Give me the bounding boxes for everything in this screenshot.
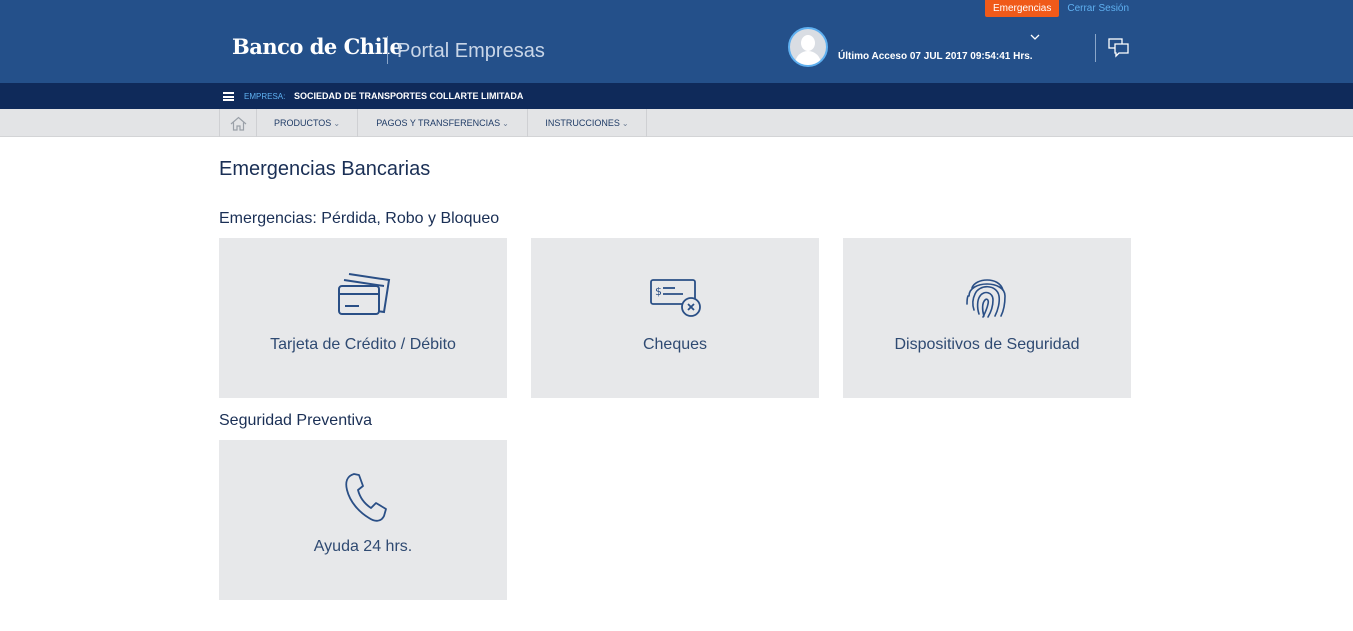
chevron-down-icon: ⌄ [333,119,341,128]
card-label: Ayuda 24 hrs. [313,538,413,555]
card-ayuda[interactable]: Ayuda 24 hrs. [219,440,507,600]
chat-icon[interactable] [1108,38,1130,58]
nav-item-instrucciones[interactable]: INSTRUCCIONES ⌄ [528,109,647,137]
home-icon[interactable] [219,109,257,137]
card-label: Cheques [642,336,708,353]
empresa-label: EMPRESA: [244,92,286,101]
card-tarjeta[interactable]: Tarjeta de Crédito / Débito [219,238,507,398]
menu-icon[interactable] [223,92,234,101]
cheque-icon: $ [650,279,701,317]
logout-link[interactable]: Cerrar Sesión [1067,3,1129,14]
card-label: Tarjeta de Crédito / Débito [270,336,456,353]
phone-icon [345,473,387,522]
bank-logo[interactable]: Banco de Chile [232,34,403,59]
top-links: Emergencias Cerrar Sesión [985,0,1129,17]
empresa-bar [0,83,1353,109]
empresa-name: SOCIEDAD DE TRANSPORTES COLLARTE LIMITAD… [294,91,524,101]
chevron-down-icon: ⌄ [502,119,509,128]
card-cheques[interactable]: $ Cheques [531,238,819,398]
nav-item-productos[interactable]: PRODUCTOS ⌄ [257,109,358,137]
emergencias-button[interactable]: Emergencias [985,0,1060,17]
logo-divider [387,36,388,64]
header [0,0,1353,83]
credit-card-icon [338,273,391,315]
chevron-down-icon[interactable] [1030,32,1040,42]
header-divider [1095,34,1096,62]
nav-bar: PRODUCTOS ⌄ PAGOS Y TRANSFERENCIAS ⌄ INSTR… [0,109,1353,137]
nav-items: PRODUCTOS ⌄ PAGOS Y TRANSFERENCIAS ⌄ INSTR… [219,109,647,137]
portal-title: Portal Empresas [397,40,545,62]
chevron-down-icon: ⌄ [621,119,629,128]
nav-item-pagos[interactable]: PAGOS Y TRANSFERENCIAS ⌄ [358,109,528,137]
avatar[interactable] [788,27,828,67]
fingerprint-icon [966,279,1006,318]
section-title-seguridad: Seguridad Preventiva [219,412,372,429]
card-dispositivos[interactable]: Dispositivos de Seguridad [843,238,1131,398]
section-title-emergencias: Emergencias: Pérdida, Robo y Bloqueo [219,210,500,227]
last-access: Último Acceso 07 JUL 2017 09:54:41 Hrs. [838,51,1033,62]
svg-text:$: $ [655,285,662,298]
card-label: Dispositivos de Seguridad [894,336,1080,353]
page-title: Emergencias Bancarias [219,158,431,180]
